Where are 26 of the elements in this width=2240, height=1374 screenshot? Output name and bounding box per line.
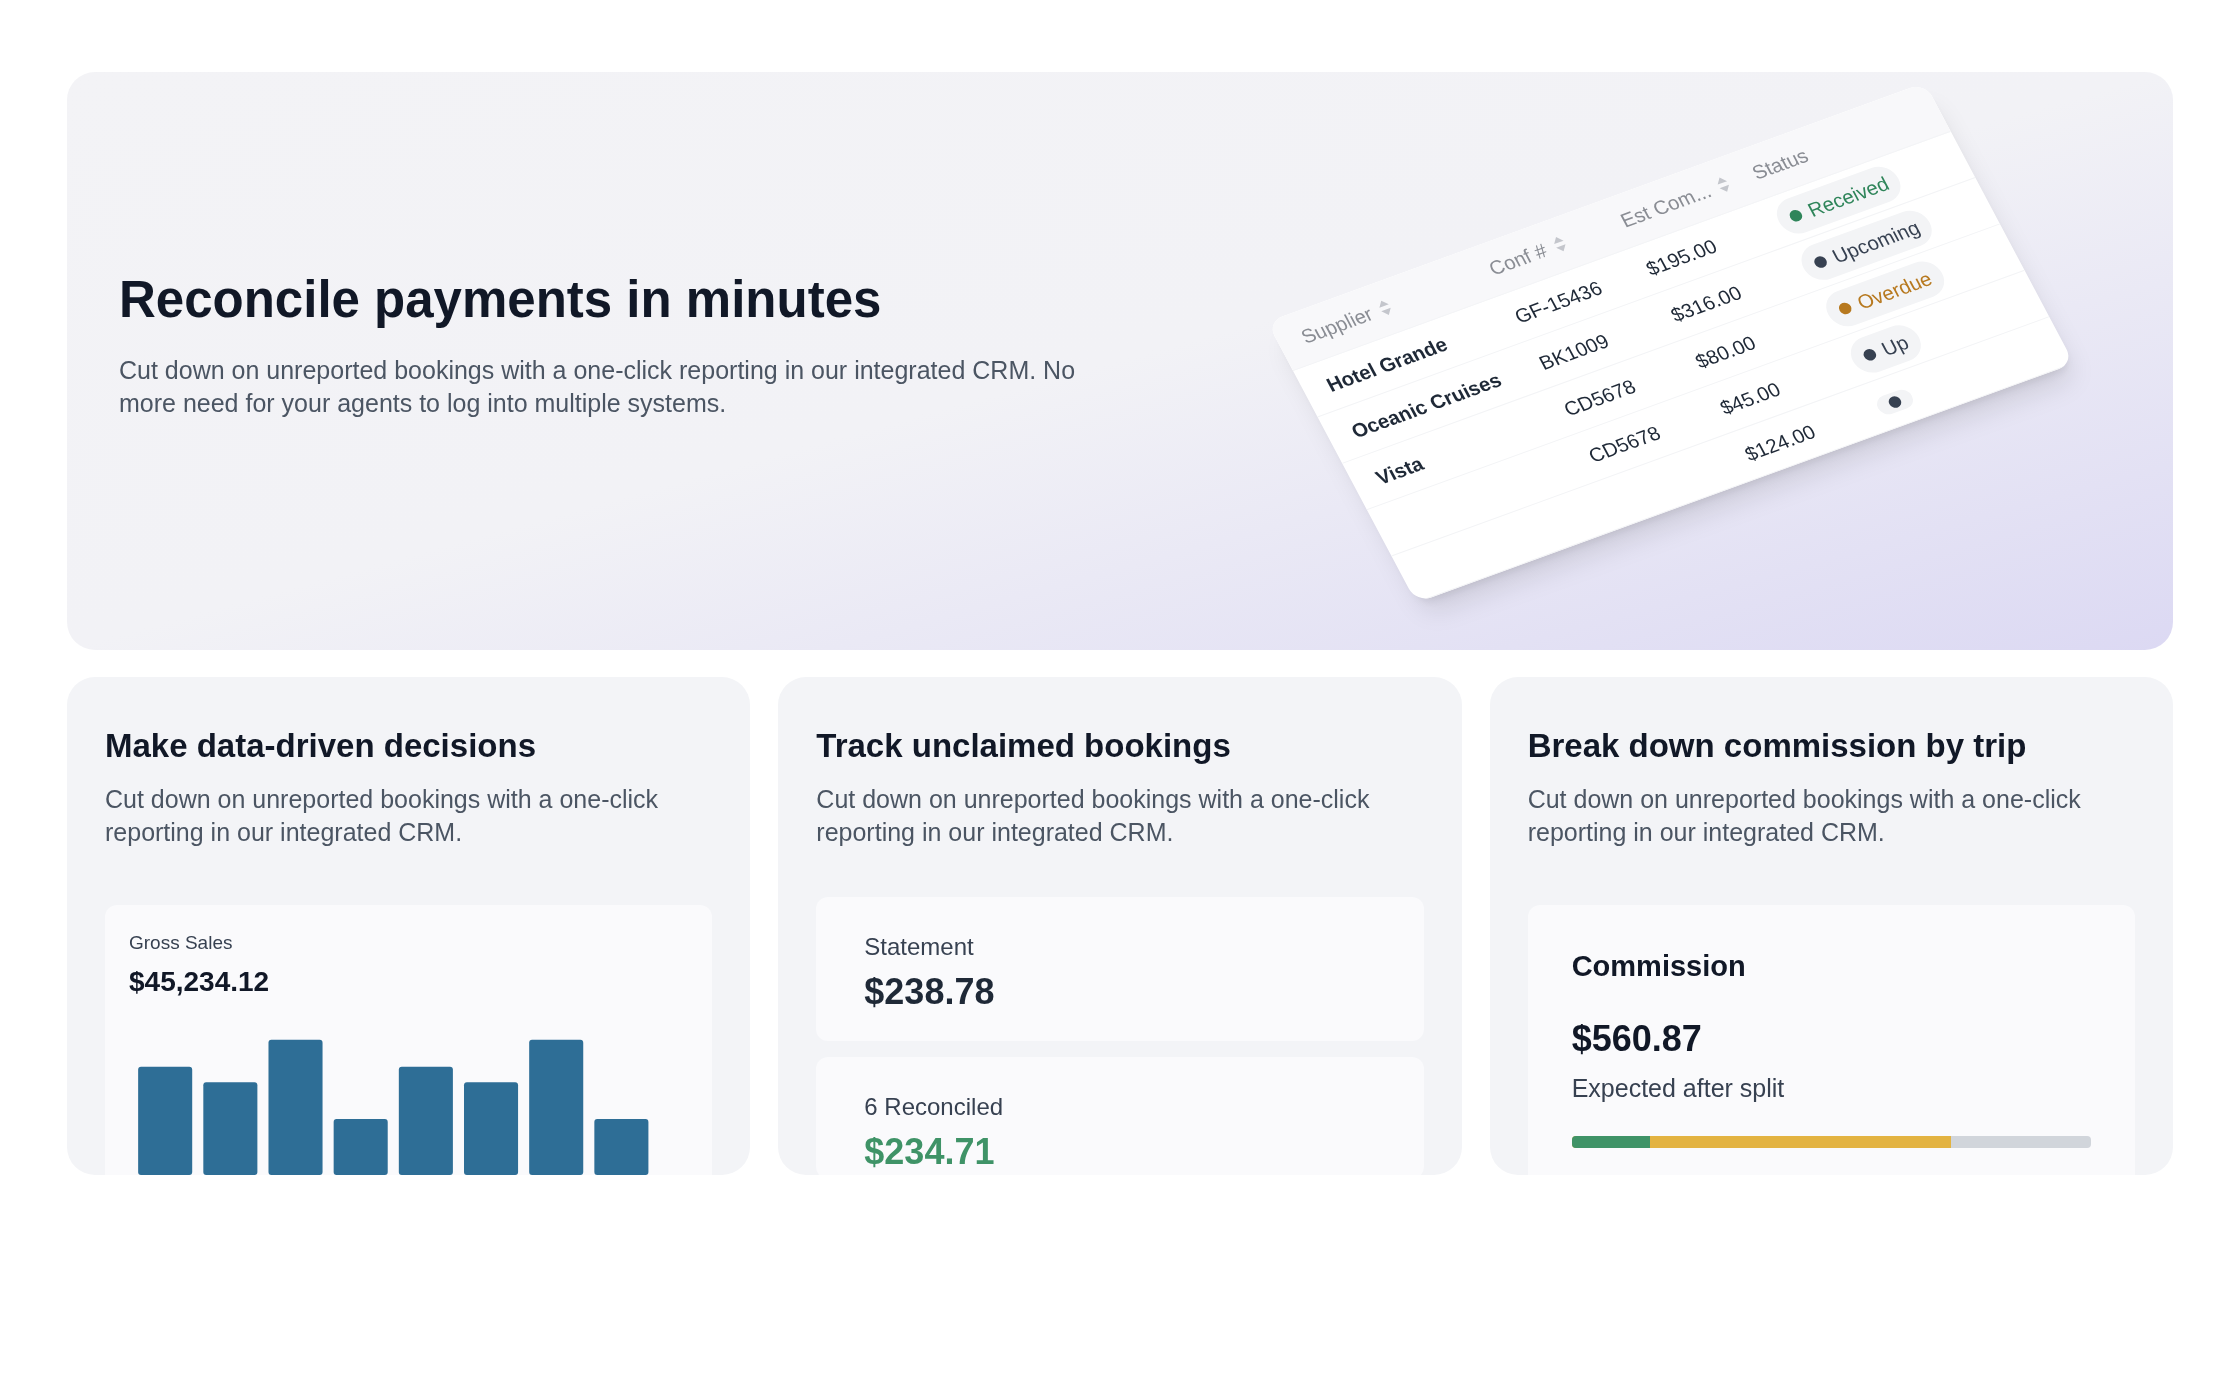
card-text: Cut down on unreported bookings with a one-click reporting in our integrated CRM. xyxy=(816,783,1371,848)
card-text: Cut down on unreported bookings with a one-click reporting in our integrated CRM. xyxy=(1527,783,2082,848)
card-title: Break down commission by trip xyxy=(1527,726,2028,766)
table-cell: Vista xyxy=(1371,452,1427,489)
table-cell: CD5678 xyxy=(1584,421,1664,467)
table-cell: $80.00 xyxy=(1691,331,1760,372)
hero-text: Cut down on unreported bookings with a one-click reporting in our integrated CRM. No more need for your agents to log into multiple systems. xyxy=(119,355,1077,420)
commission-label: Commission xyxy=(1571,948,1747,984)
column-header: Supplier xyxy=(1296,301,1378,350)
chart-bar xyxy=(333,1119,388,1175)
commission-value: $560.87 xyxy=(1571,1017,1703,1061)
commission-note: Expected after split xyxy=(1571,1073,1786,1104)
table-cell: $45.00 xyxy=(1715,377,1784,419)
column-header: Est Com... xyxy=(1615,178,1716,234)
summary-value: $234.71 xyxy=(864,1129,996,1174)
chart-value: $45,234.12 xyxy=(129,965,271,999)
card-text: Cut down on unreported bookings with a one-click reporting in our integrated CRM. xyxy=(105,783,660,848)
summary-label: Statement xyxy=(864,931,975,962)
card-title: Track unclaimed bookings xyxy=(816,726,1232,766)
chart-bar xyxy=(594,1119,649,1175)
card-title: Make data-driven decisions xyxy=(105,726,537,766)
column-header: Conf # xyxy=(1484,238,1552,282)
chart-label: Gross Sales xyxy=(129,930,234,955)
hero-title: Reconcile payments in minutes xyxy=(119,269,883,330)
summary-label: 6 Reconciled xyxy=(864,1091,1005,1122)
summary-value: $238.78 xyxy=(864,969,996,1014)
